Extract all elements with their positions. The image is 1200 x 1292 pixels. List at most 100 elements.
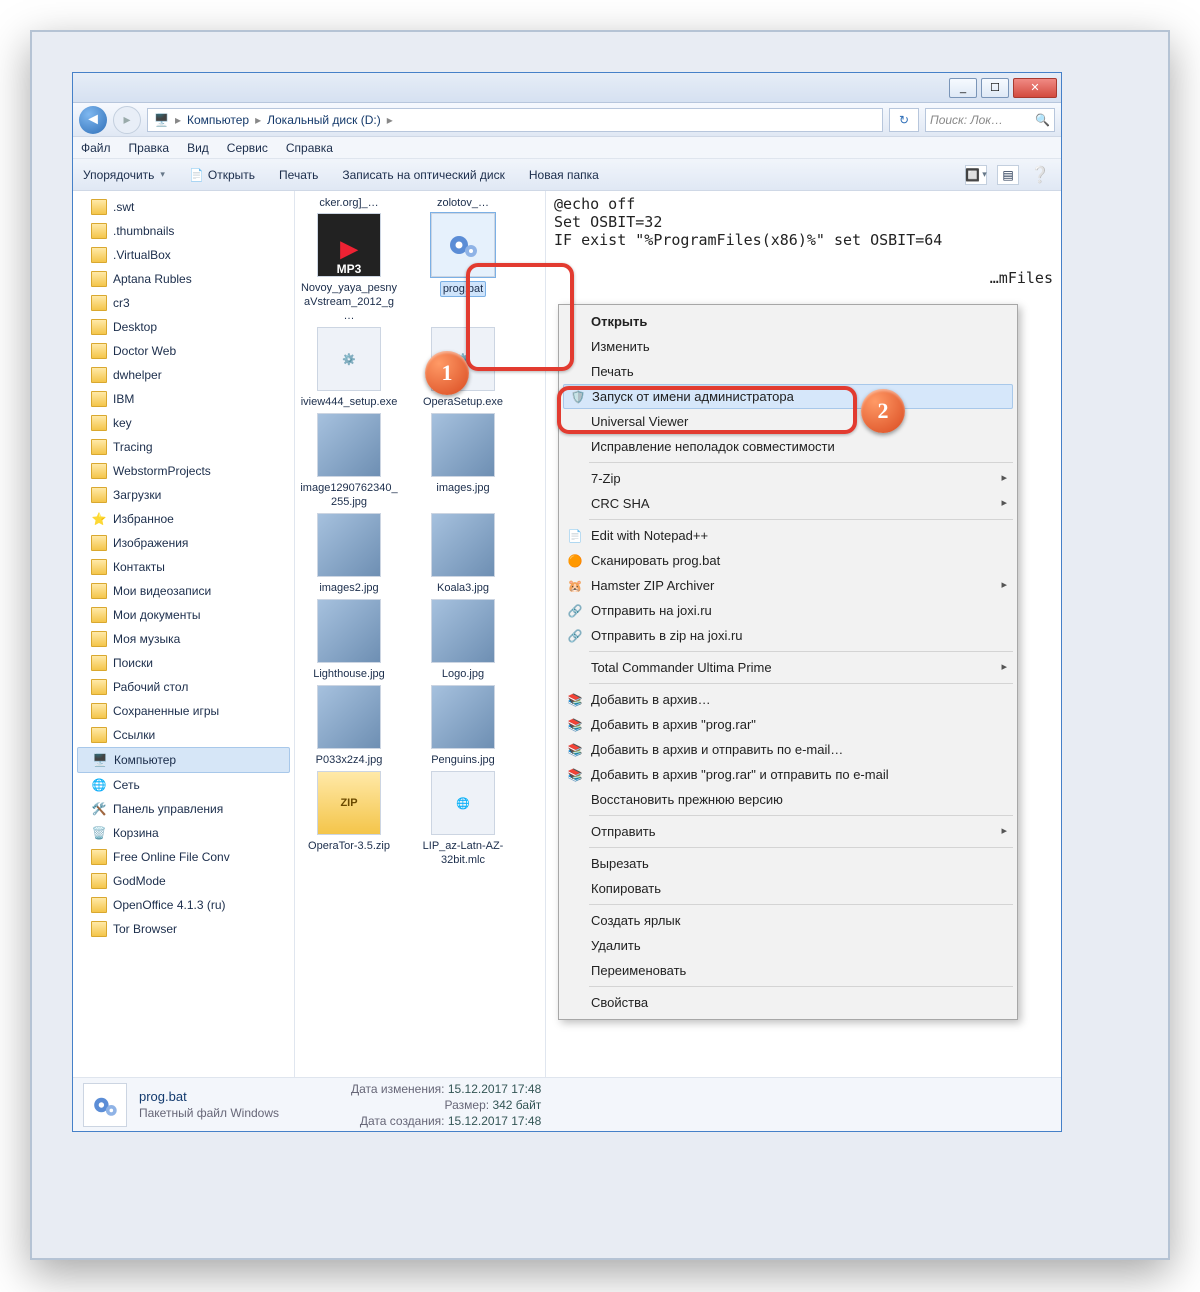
file-item[interactable]: Logo.jpg: [413, 599, 513, 681]
context-item[interactable]: Вырезать: [561, 851, 1015, 876]
tree-item-label: Панель управления: [113, 799, 223, 819]
tree-item[interactable]: dwhelper: [73, 363, 294, 387]
tree-item[interactable]: Рабочий стол: [73, 675, 294, 699]
toolbar-open[interactable]: 📄 Открыть: [189, 168, 255, 182]
toolbar-organize[interactable]: Упорядочить: [83, 168, 165, 182]
context-item[interactable]: Изменить: [561, 334, 1015, 359]
context-item[interactable]: Открыть: [561, 309, 1015, 334]
context-item[interactable]: 📚Добавить в архив и отправить по e-mail…: [561, 737, 1015, 762]
context-item[interactable]: Свойства: [561, 990, 1015, 1015]
view-mode-button[interactable]: 🔲: [965, 165, 987, 185]
context-item[interactable]: 📚Добавить в архив "prog.rar": [561, 712, 1015, 737]
file-item[interactable]: 🌐LIP_az-Latn-AZ-32bit.mlc: [413, 771, 513, 867]
toolbar-burn[interactable]: Записать на оптический диск: [342, 168, 505, 182]
context-item[interactable]: Создать ярлык: [561, 908, 1015, 933]
context-item[interactable]: Печать: [561, 359, 1015, 384]
context-item[interactable]: 🛡️Запуск от имени администратора: [563, 384, 1013, 409]
tree-item[interactable]: ⭐Избранное: [73, 507, 294, 531]
context-item[interactable]: Переименовать: [561, 958, 1015, 983]
tree-item[interactable]: Мои документы: [73, 603, 294, 627]
context-item[interactable]: Удалить: [561, 933, 1015, 958]
context-item[interactable]: 🔗Отправить в zip на joxi.ru: [561, 623, 1015, 648]
tree-item[interactable]: Ссылки: [73, 723, 294, 747]
context-item[interactable]: 🐹Hamster ZIP Archiver: [561, 573, 1015, 598]
file-item[interactable]: Lighthouse.jpg: [299, 599, 399, 681]
file-item[interactable]: image1290762340_255.jpg: [299, 413, 399, 509]
context-item[interactable]: 📄Edit with Notepad++: [561, 523, 1015, 548]
tree-item[interactable]: Aptana Rubles: [73, 267, 294, 291]
close-button[interactable]: ✕: [1013, 78, 1057, 98]
context-item[interactable]: 📚Добавить в архив…: [561, 687, 1015, 712]
tree-item[interactable]: 🗑️Корзина: [73, 821, 294, 845]
preview-pane-button[interactable]: ▤: [997, 165, 1019, 185]
toolbar-print[interactable]: Печать: [279, 168, 318, 182]
tree-item[interactable]: 🖥️Компьютер: [77, 747, 290, 773]
context-item[interactable]: Universal Viewer: [561, 409, 1015, 434]
tree-item[interactable]: Изображения: [73, 531, 294, 555]
file-item[interactable]: Koala3.jpg: [413, 513, 513, 595]
file-item[interactable]: ▶MP3Novoy_yaya_pesnyaVstream_2012_g…: [299, 213, 399, 323]
context-item[interactable]: 📚Добавить в архив "prog.rar" и отправить…: [561, 762, 1015, 787]
tree-item[interactable]: Tracing: [73, 435, 294, 459]
file-name: Lighthouse.jpg: [313, 668, 385, 680]
gear-icon: [87, 1087, 123, 1123]
maximize-button[interactable]: ☐: [981, 78, 1009, 98]
context-item[interactable]: Отправить: [561, 819, 1015, 844]
file-item[interactable]: images.jpg: [413, 413, 513, 509]
tree-item[interactable]: Контакты: [73, 555, 294, 579]
tree-item[interactable]: .VirtualBox: [73, 243, 294, 267]
tree-item[interactable]: .swt: [73, 195, 294, 219]
file-item[interactable]: Penguins.jpg: [413, 685, 513, 767]
file-item[interactable]: ⚙️iview444_setup.exe: [299, 327, 399, 409]
tree-item[interactable]: 🛠️Панель управления: [73, 797, 294, 821]
tree-item[interactable]: OpenOffice 4.1.3 (ru): [73, 893, 294, 917]
nav-tree[interactable]: .swt.thumbnails.VirtualBoxAptana Rublesc…: [73, 191, 295, 1077]
file-list[interactable]: cker.org]_… zolotov_… ▶MP3Novoy_yaya_pes…: [295, 191, 545, 1077]
breadcrumb-drive[interactable]: Локальный диск (D:): [267, 113, 381, 127]
context-item[interactable]: Восстановить прежнюю версию: [561, 787, 1015, 812]
menu-edit[interactable]: Правка: [129, 141, 170, 155]
context-item[interactable]: 🟠Сканировать prog.bat: [561, 548, 1015, 573]
tree-item[interactable]: Tor Browser: [73, 917, 294, 941]
breadcrumb-computer[interactable]: Компьютер: [187, 113, 249, 127]
tree-item[interactable]: Desktop: [73, 315, 294, 339]
tree-item[interactable]: IBM: [73, 387, 294, 411]
context-item[interactable]: 7-Zip: [561, 466, 1015, 491]
context-item[interactable]: Исправление неполадок совместимости: [561, 434, 1015, 459]
toolbar-new-folder[interactable]: Новая папка: [529, 168, 599, 182]
search-input[interactable]: Поиск: Лок… 🔍: [925, 108, 1055, 132]
tree-item[interactable]: 🌐Сеть: [73, 773, 294, 797]
back-button[interactable]: ◄: [79, 106, 107, 134]
tree-item-label: Поиски: [113, 653, 153, 673]
tree-item[interactable]: Мои видеозаписи: [73, 579, 294, 603]
context-item[interactable]: Total Commander Ultima Prime: [561, 655, 1015, 680]
tree-item[interactable]: Free Online File Conv: [73, 845, 294, 869]
help-button[interactable]: ❔: [1029, 165, 1051, 185]
tree-item[interactable]: Doctor Web: [73, 339, 294, 363]
refresh-button[interactable]: ↻: [889, 108, 919, 132]
tree-item[interactable]: Сохраненные игры: [73, 699, 294, 723]
context-item-label: Запуск от имени администратора: [592, 389, 794, 404]
context-menu[interactable]: ОткрытьИзменитьПечать🛡️Запуск от имени а…: [558, 304, 1018, 1020]
tree-item[interactable]: Моя музыка: [73, 627, 294, 651]
context-item[interactable]: CRC SHA: [561, 491, 1015, 516]
tree-item[interactable]: WebstormProjects: [73, 459, 294, 483]
tree-item[interactable]: cr3: [73, 291, 294, 315]
menu-service[interactable]: Сервис: [227, 141, 268, 155]
minimize-button[interactable]: _: [949, 78, 977, 98]
file-item[interactable]: images2.jpg: [299, 513, 399, 595]
file-item[interactable]: P033x2z4.jpg: [299, 685, 399, 767]
context-item[interactable]: Копировать: [561, 876, 1015, 901]
tree-item[interactable]: Поиски: [73, 651, 294, 675]
file-item[interactable]: ZIPOperaTor-3.5.zip: [299, 771, 399, 867]
menu-file[interactable]: Файл: [81, 141, 111, 155]
file-item[interactable]: prog.bat: [413, 213, 513, 323]
menu-view[interactable]: Вид: [187, 141, 209, 155]
tree-item[interactable]: Загрузки: [73, 483, 294, 507]
breadcrumb[interactable]: 🖥️ ▸ Компьютер ▸ Локальный диск (D:) ▸: [147, 108, 883, 132]
tree-item[interactable]: GodMode: [73, 869, 294, 893]
tree-item[interactable]: .thumbnails: [73, 219, 294, 243]
tree-item[interactable]: key: [73, 411, 294, 435]
context-item[interactable]: 🔗Отправить на joxi.ru: [561, 598, 1015, 623]
menu-help[interactable]: Справка: [286, 141, 333, 155]
